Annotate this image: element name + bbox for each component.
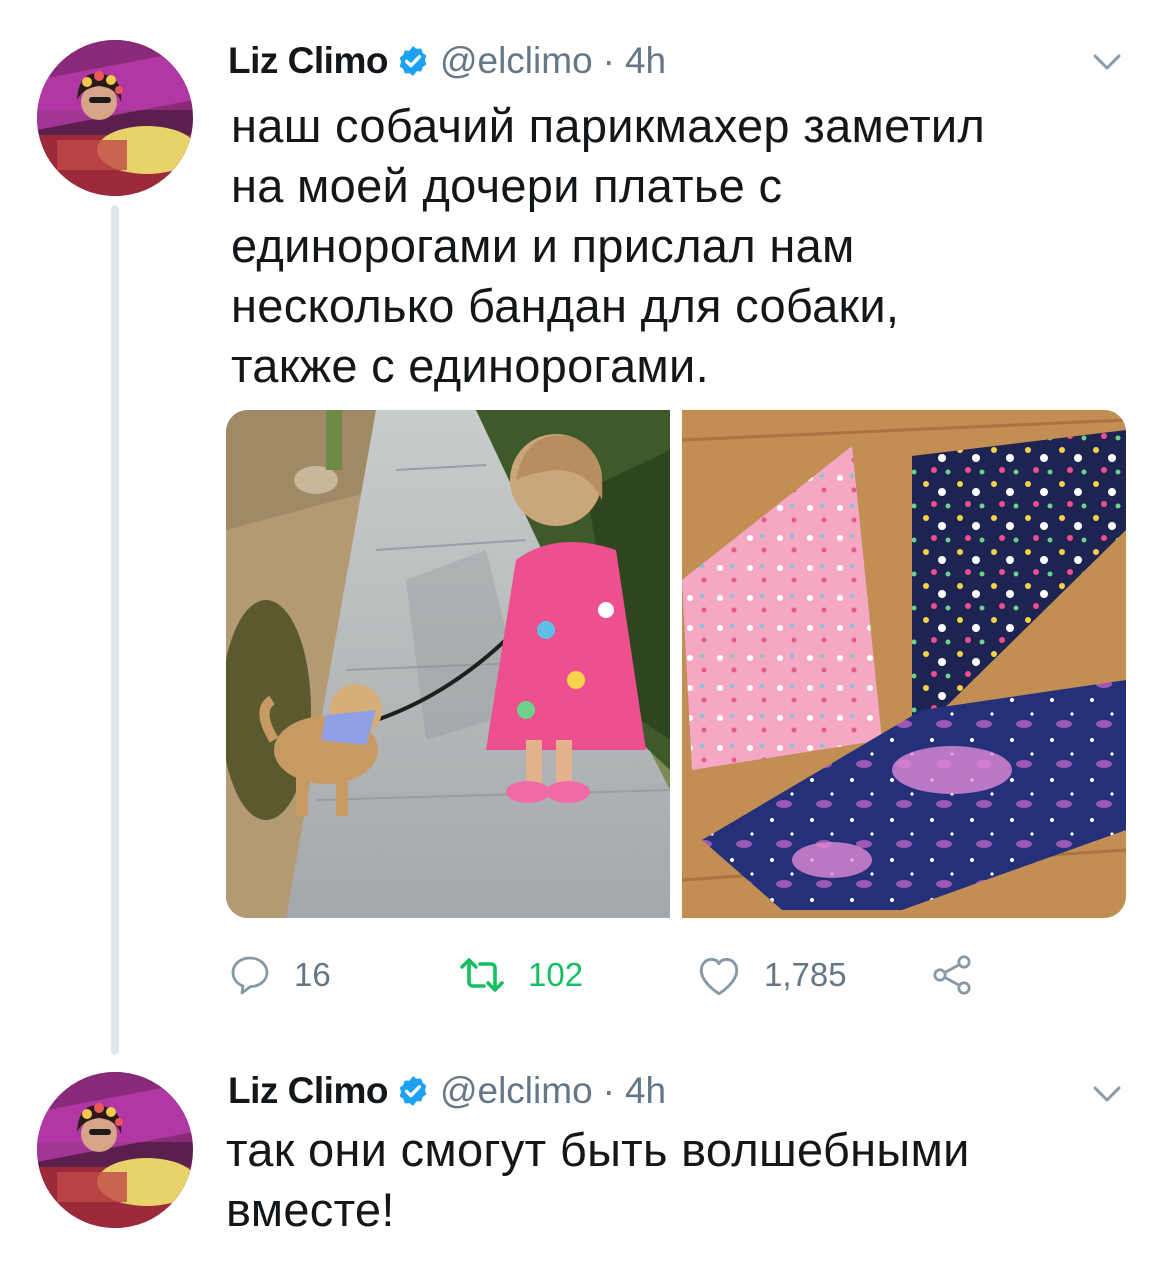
share-action[interactable] (928, 945, 976, 1005)
tweet-timestamp[interactable]: 4h (625, 40, 666, 82)
thread-connector-line (111, 205, 119, 1055)
tweet-text-line: несколько бандан для собаки, (231, 279, 900, 332)
chevron-down-icon[interactable] (1089, 1082, 1125, 1106)
tweet-header: Liz Climo @elclimo · 4h (228, 1066, 666, 1116)
avatar-image (37, 40, 193, 196)
tweet-header: Liz Climo @elclimo · 4h (228, 36, 666, 86)
author-handle[interactable]: @elclimo (440, 1070, 593, 1112)
author-avatar[interactable] (37, 1072, 193, 1228)
tweet-text-line: на моей дочери платье с (231, 159, 783, 212)
reply-action[interactable]: 16 (226, 945, 331, 1005)
like-action[interactable]: 1,785 (694, 945, 847, 1005)
tweet-actions: 16 102 1,785 (226, 945, 986, 1005)
tweet-text-line: единорогами и прислал нам (231, 219, 855, 272)
verified-badge-icon (396, 44, 430, 78)
tweet-text-line: вместе! (226, 1183, 395, 1236)
tweet-timestamp[interactable]: 4h (625, 1070, 666, 1112)
share-icon (928, 951, 976, 999)
tweet-text: так они смогут быть волшебными вместе! (226, 1120, 970, 1240)
media-photo-unicorn-bandanas[interactable] (682, 410, 1126, 918)
avatar-image (37, 1072, 193, 1228)
tweet-text-line: также с единорогами. (231, 339, 709, 392)
retweet-count: 102 (528, 956, 584, 993)
like-count: 1,785 (764, 956, 847, 993)
tweet-media (226, 410, 1126, 918)
retweet-icon (456, 953, 508, 997)
author-name[interactable]: Liz Climo (228, 1070, 388, 1112)
verified-badge-icon (396, 1074, 430, 1108)
retweet-action[interactable]: 102 (456, 945, 583, 1005)
author-name[interactable]: Liz Climo (228, 40, 388, 82)
separator-dot: · (602, 1070, 615, 1111)
tweet-text-line: наш собачий парикмахер заметил (231, 99, 986, 152)
chevron-down-icon[interactable] (1089, 50, 1125, 74)
tweet-text: наш собачий парикмахер заметил на моей д… (231, 96, 985, 396)
reply-count: 16 (294, 956, 331, 993)
reply-icon (226, 951, 274, 999)
media-divider (670, 410, 682, 918)
media-photo-girl-and-dog[interactable] (226, 410, 670, 918)
author-avatar[interactable] (37, 40, 193, 196)
heart-icon (694, 952, 744, 998)
separator-dot: · (602, 40, 615, 81)
tweet-text-line: так они смогут быть волшебными (226, 1123, 970, 1176)
author-handle[interactable]: @elclimo (440, 40, 593, 82)
